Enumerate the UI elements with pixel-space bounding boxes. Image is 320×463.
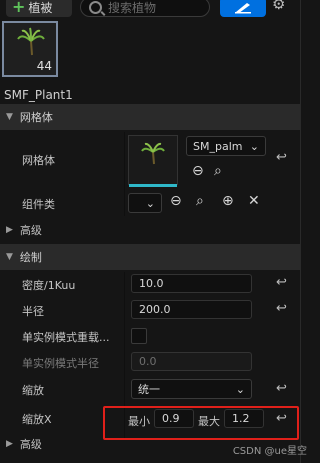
scaling-dropdown[interactable]: 统一 ⌄ bbox=[131, 379, 252, 399]
mesh-asset-dropdown[interactable]: SM_palm ⌄ bbox=[186, 136, 266, 156]
mesh-thumbnail[interactable] bbox=[128, 135, 178, 187]
add-foliage-button[interactable]: + 植被 bbox=[6, 0, 72, 17]
density-value: 10.0 bbox=[139, 277, 164, 290]
component-class-label: 组件类 bbox=[22, 198, 55, 211]
foliage-item-name: SMF_Plant1 bbox=[4, 88, 73, 102]
section-paint[interactable]: ▼ 绘制 bbox=[0, 244, 300, 270]
radius-value: 200.0 bbox=[139, 303, 171, 316]
paint-mode-button[interactable] bbox=[220, 0, 266, 17]
find-in-browser-icon[interactable]: ⌕ bbox=[214, 163, 222, 179]
single-override-checkbox[interactable] bbox=[131, 328, 147, 344]
reset-arrow-icon[interactable]: ↩ bbox=[276, 150, 287, 165]
clear-x-icon[interactable]: ✕ bbox=[248, 193, 260, 209]
density-label: 密度/1Kuu bbox=[22, 279, 76, 292]
scaling-value: 统一 bbox=[138, 383, 160, 396]
scale-x-label: 缩放X bbox=[22, 413, 52, 426]
single-radius-value: 0.0 bbox=[139, 355, 157, 368]
search-placeholder: 搜索植物 bbox=[108, 0, 157, 15]
mesh-label: 网格体 bbox=[22, 154, 55, 167]
advanced-label-2: 高级 bbox=[19, 438, 42, 451]
reset-arrow-icon[interactable]: ↩ bbox=[276, 275, 287, 290]
palm-mesh-icon bbox=[141, 142, 165, 165]
add-circle-icon[interactable]: ⊕ bbox=[222, 193, 234, 209]
add-foliage-label: 植被 bbox=[28, 0, 53, 15]
component-class-dropdown[interactable]: ⌄ bbox=[128, 193, 162, 213]
single-radius-label: 单实例模式半径 bbox=[22, 357, 99, 370]
foliage-instance-count: 44 bbox=[36, 59, 52, 73]
foliage-palette-item[interactable]: 44 bbox=[2, 21, 58, 77]
browse-arrow-icon[interactable]: ⊖ bbox=[170, 193, 182, 209]
search-icon bbox=[89, 0, 102, 14]
chevron-down-icon: ⌄ bbox=[145, 196, 155, 210]
section-paint-label: 绘制 bbox=[19, 251, 42, 264]
watermark: CSDN @ue星空 bbox=[232, 446, 307, 457]
search-input[interactable]: 搜索植物 bbox=[80, 0, 210, 17]
panel-divider bbox=[300, 0, 301, 463]
chevron-right-icon: ▶ bbox=[6, 439, 13, 449]
reset-arrow-icon[interactable]: ↩ bbox=[276, 381, 287, 396]
plus-icon: + bbox=[12, 0, 26, 16]
density-input[interactable]: 10.0 bbox=[131, 274, 252, 293]
reset-arrow-icon[interactable]: ↩ bbox=[276, 301, 287, 316]
single-radius-input: 0.0 bbox=[131, 352, 252, 371]
scaling-label: 缩放 bbox=[22, 384, 44, 397]
mesh-asset-value: SM_palm bbox=[193, 139, 243, 153]
browse-arrow-icon[interactable]: ⊖ bbox=[192, 163, 204, 179]
single-override-row: 单实例模式重载... bbox=[0, 324, 300, 348]
advanced-label-1: 高级 bbox=[19, 224, 42, 237]
chevron-down-icon: ▼ bbox=[6, 112, 13, 122]
radius-input[interactable]: 200.0 bbox=[131, 300, 252, 319]
section-mesh-label: 网格体 bbox=[19, 111, 53, 124]
single-override-label: 单实例模式重载... bbox=[22, 331, 110, 344]
paint-brush-icon bbox=[235, 3, 251, 14]
palm-tree-thumbnail bbox=[17, 27, 45, 56]
chevron-down-icon: ▼ bbox=[6, 252, 13, 262]
find-in-browser-icon[interactable]: ⌕ bbox=[196, 193, 204, 209]
radius-label: 半径 bbox=[22, 305, 44, 318]
chevron-down-icon: ⌄ bbox=[235, 382, 245, 396]
gear-icon[interactable]: ⚙ bbox=[272, 0, 285, 13]
section-mesh[interactable]: ▼ 网格体 bbox=[0, 104, 300, 130]
chevron-right-icon: ▶ bbox=[6, 225, 13, 235]
chevron-down-icon: ⌄ bbox=[249, 139, 259, 153]
advanced-section-1[interactable]: ▶ 高级 bbox=[0, 218, 300, 242]
